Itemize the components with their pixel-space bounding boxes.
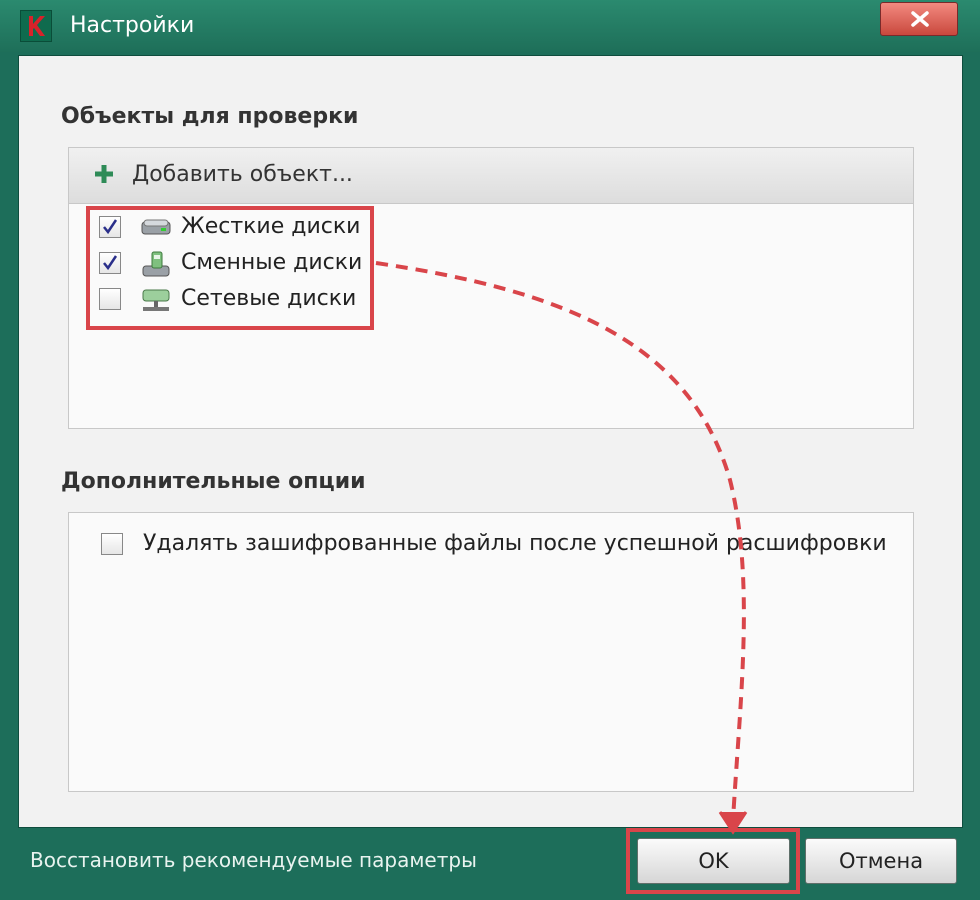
annotation-arrow <box>375 261 748 835</box>
